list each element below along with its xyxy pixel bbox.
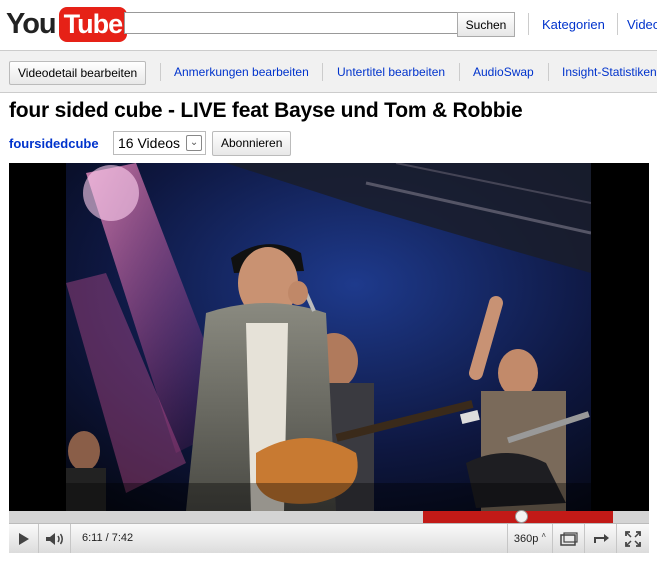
toolbar-divider-bottom <box>0 92 657 93</box>
fullscreen-icon <box>625 530 641 547</box>
logo-text-you: You <box>6 7 57 40</box>
subscribe-button[interactable]: Abonnieren <box>212 131 292 156</box>
progress-bar[interactable] <box>9 510 649 523</box>
toolbar-divider <box>459 63 460 81</box>
edit-annotations-link[interactable]: Anmerkungen bearbeiten <box>174 65 309 79</box>
scrubber-handle[interactable] <box>515 510 528 523</box>
fullscreen-button[interactable] <box>617 524 649 553</box>
nav-categories-link[interactable]: Kategorien <box>542 17 605 32</box>
nav-divider <box>617 13 618 35</box>
videos-count-label: 16 Videos <box>118 135 181 151</box>
audioswap-link[interactable]: AudioSwap <box>473 65 534 79</box>
masthead: You Tube Suchen Kategorien Videos <box>0 0 657 50</box>
nav-videos-link[interactable]: Videos <box>627 17 657 32</box>
edit-video-details-button[interactable]: Videodetail bearbeiten <box>9 61 147 85</box>
channel-link[interactable]: foursidedcube <box>9 136 99 151</box>
volume-icon <box>45 532 63 545</box>
edit-captions-link[interactable]: Untertitel bearbeiten <box>337 65 445 79</box>
video-frame <box>66 163 591 511</box>
toolbar-divider <box>548 63 549 81</box>
player-controls: 6:11 / 7:42 360p ˄ <box>9 523 649 553</box>
channel-videos-dropdown[interactable]: 16 Videos ⌄ <box>113 131 207 155</box>
popout-icon <box>559 531 578 546</box>
time-display: 6:11 / 7:42 <box>82 532 134 544</box>
search-input[interactable] <box>124 12 457 34</box>
insight-statistics-link[interactable]: Insight-Statistiken <box>562 65 657 79</box>
expand-icon <box>593 533 609 543</box>
toolbar-divider <box>160 63 161 81</box>
toolbar-divider <box>322 63 323 81</box>
volume-button[interactable] <box>39 524 71 553</box>
quality-label: 360p <box>513 532 539 545</box>
expand-button[interactable] <box>585 524 617 553</box>
play-button[interactable] <box>9 524 39 553</box>
video-player[interactable] <box>9 163 649 511</box>
nav-divider <box>528 13 529 35</box>
owner-toolbar: Videodetail bearbeiten Anmerkungen bearb… <box>0 51 657 92</box>
video-title: four sided cube - LIVE feat Bayse und To… <box>9 99 523 122</box>
youtube-logo[interactable]: You Tube <box>6 6 128 42</box>
search-button[interactable]: Suchen <box>457 12 515 37</box>
caret-up-icon: ˄ <box>541 531 547 540</box>
logo-text-tube: Tube <box>58 6 128 42</box>
play-icon <box>18 532 29 545</box>
chevron-down-icon: ⌄ <box>186 135 203 151</box>
quality-selector[interactable]: 360p ˄ <box>507 524 553 553</box>
popout-button[interactable] <box>553 524 585 553</box>
